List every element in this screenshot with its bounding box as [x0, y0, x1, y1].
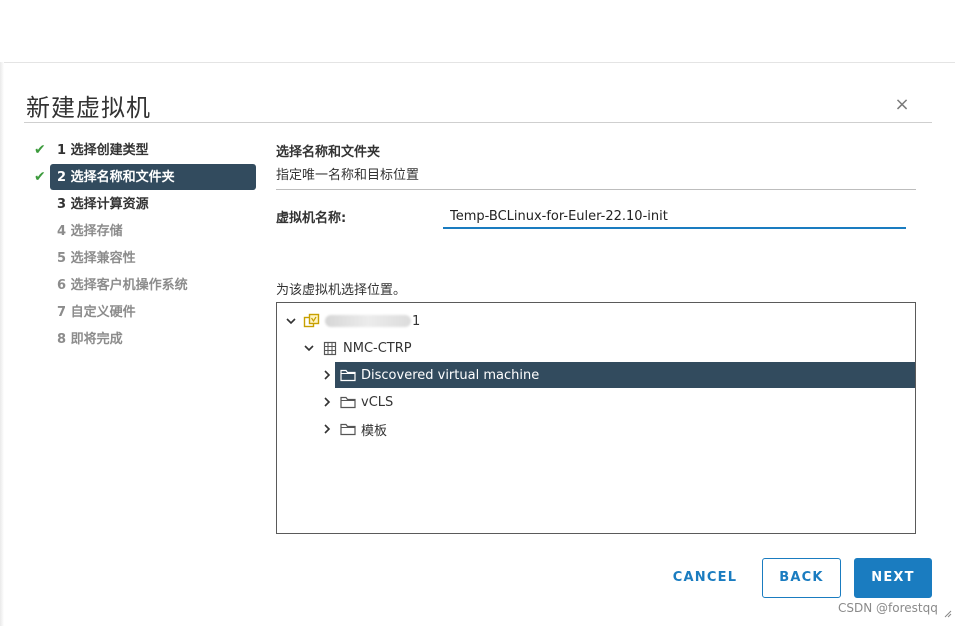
vm-name-input[interactable] — [443, 205, 906, 229]
next-button[interactable]: NEXT — [854, 558, 932, 598]
check-icon: ✔ — [34, 169, 46, 185]
vm-name-label: 虚拟机名称: — [276, 211, 347, 226]
vcenter-icon — [303, 313, 321, 329]
check-icon: ✔ — [34, 142, 46, 158]
tree-node-folder-vcls[interactable]: vCLS — [319, 389, 393, 415]
tree-node-label: vCLS — [361, 394, 394, 410]
section-subtitle: 指定唯一名称和目标位置 — [276, 168, 420, 183]
tree-node-label: NMC-CTRP — [343, 340, 412, 356]
chevron-down-icon[interactable] — [283, 313, 299, 329]
cancel-button[interactable]: CANCEL — [665, 558, 745, 598]
tree-node-vcenter[interactable]: 1 — [283, 308, 420, 334]
step-select-compute-resource[interactable]: 3 选择计算资源 — [30, 191, 258, 218]
step-select-compatibility: 5 选择兼容性 — [30, 245, 258, 272]
step-ready-to-complete: 8 即将完成 — [30, 326, 258, 353]
location-label: 为该虚拟机选择位置。 — [276, 283, 407, 298]
step-label: 7 自定义硬件 — [57, 304, 136, 320]
step-select-storage: 4 选择存储 — [30, 218, 258, 245]
folder-icon — [339, 421, 357, 437]
chevron-right-icon[interactable] — [319, 394, 335, 410]
wizard-steps: ✔ 1 选择创建类型 ✔ 2 选择名称和文件夹 3 选择计算资源 4 选择存储 … — [30, 137, 258, 353]
step-customize-hardware: 7 自定义硬件 — [30, 299, 258, 326]
step-label: 1 选择创建类型 — [57, 142, 149, 158]
chevron-right-icon[interactable] — [319, 367, 335, 383]
dialog-title: 新建虚拟机 — [26, 94, 151, 122]
tree-node-label: 1 — [412, 313, 421, 329]
chevron-right-icon[interactable] — [319, 421, 335, 437]
tree-node-folder-templates[interactable]: 模板 — [319, 416, 387, 442]
dialog-shadow — [0, 62, 4, 626]
step-select-name-folder[interactable]: ✔ 2 选择名称和文件夹 — [30, 164, 258, 191]
chevron-down-icon[interactable] — [301, 340, 317, 356]
step-label: 4 选择存储 — [57, 223, 123, 239]
tree-node-label: 模板 — [361, 423, 388, 439]
folder-icon — [339, 394, 357, 410]
step-label: 3 选择计算资源 — [57, 196, 149, 212]
step-label: 2 选择名称和文件夹 — [57, 169, 175, 185]
tree-node-label: Discovered virtual machine — [361, 367, 540, 383]
step-label: 6 选择客户机操作系统 — [57, 277, 188, 293]
section-title: 选择名称和文件夹 — [276, 145, 381, 160]
redacted-hostname — [325, 315, 411, 327]
tree-node-datacenter[interactable]: NMC-CTRP — [301, 335, 412, 361]
tree-node-folder-discovered-row[interactable]: Discovered virtual machine — [319, 362, 539, 388]
section-divider — [276, 189, 916, 190]
resize-grip-icon[interactable] — [944, 610, 952, 618]
back-button[interactable]: BACK — [762, 558, 841, 598]
step-select-creation-type[interactable]: ✔ 1 选择创建类型 — [30, 137, 258, 164]
datacenter-icon — [321, 340, 339, 356]
watermark: CSDN @forestqq — [838, 601, 938, 615]
title-divider — [24, 122, 932, 123]
step-select-guest-os: 6 选择客户机操作系统 — [30, 272, 258, 299]
step-label: 5 选择兼容性 — [57, 250, 136, 266]
step-label: 8 即将完成 — [57, 331, 123, 347]
location-tree: 1 NMC-CTRP Discovered virtual machine vC… — [276, 302, 916, 534]
close-icon[interactable]: × — [893, 96, 911, 114]
folder-icon — [339, 367, 357, 383]
